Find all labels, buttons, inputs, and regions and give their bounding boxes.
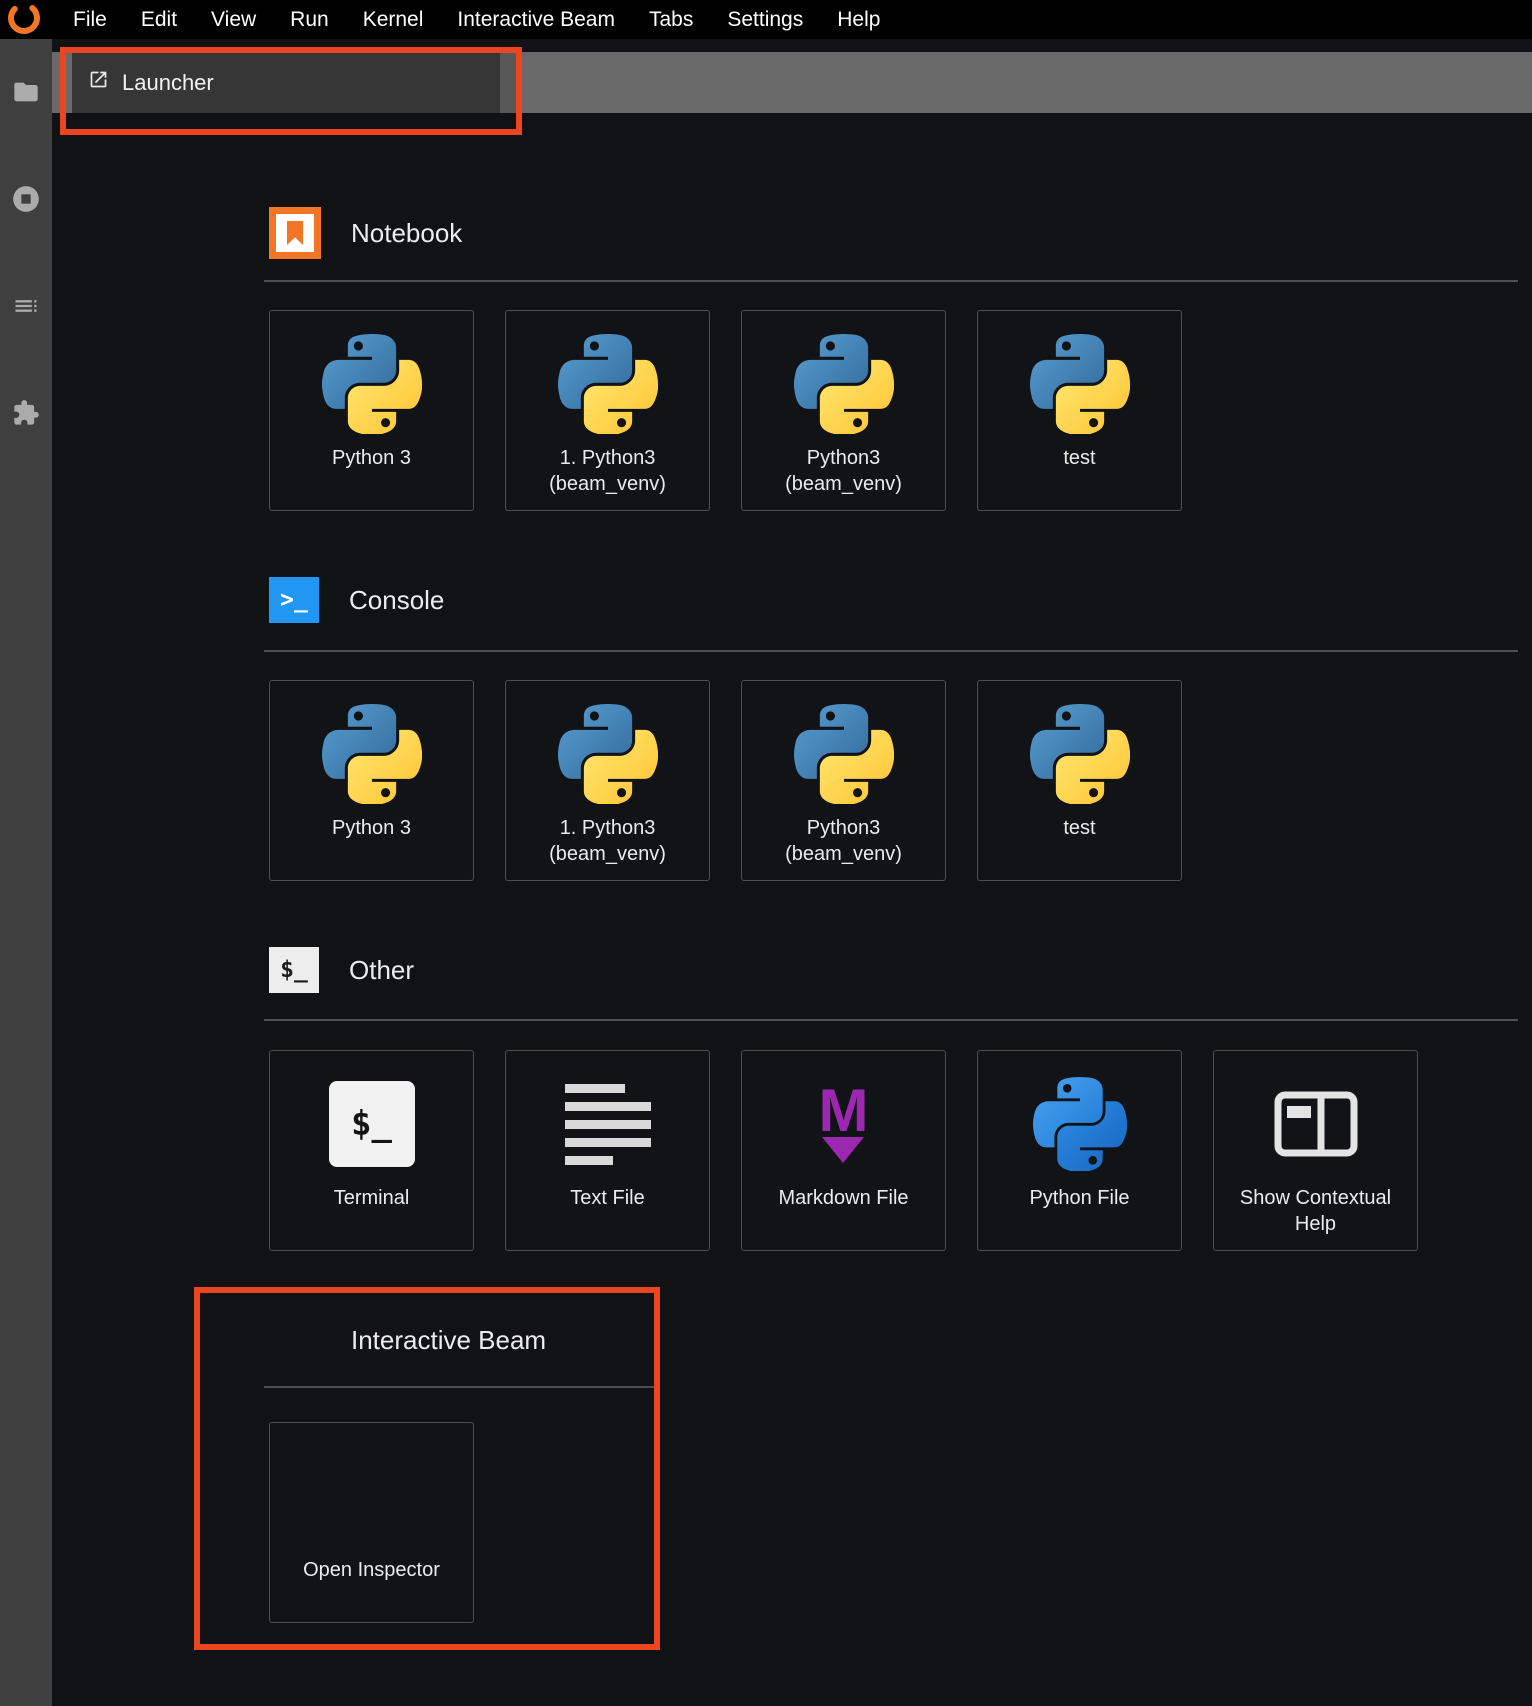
card-label: Text File (570, 1185, 644, 1211)
menu-settings[interactable]: Settings (710, 8, 820, 32)
card-console-python3-beam-venv[interactable]: Python3 (beam_venv) (741, 680, 946, 881)
running-sessions-icon[interactable] (12, 185, 40, 213)
section-header-notebook: Notebook (269, 207, 462, 259)
table-of-contents-icon[interactable] (12, 292, 40, 320)
card-label: Show Contextual Help (1233, 1185, 1398, 1237)
tab-launcher-label: Launcher (122, 70, 214, 96)
python-logo-icon (322, 334, 422, 434)
card-console-python3[interactable]: Python 3 (269, 680, 474, 881)
card-markdown-file[interactable]: M Markdown File (741, 1050, 946, 1251)
tab-launcher[interactable]: Launcher (72, 52, 500, 113)
card-label: Open Inspector (303, 1557, 440, 1583)
card-notebook-test[interactable]: test (977, 310, 1182, 511)
markdown-m-glyph: M (819, 1085, 869, 1136)
other-cards-row: $_ Terminal Text File M (269, 1050, 1418, 1251)
card-notebook-python3[interactable]: Python 3 (269, 310, 474, 511)
python-logo-icon (1030, 704, 1130, 804)
menu-run[interactable]: Run (273, 8, 346, 32)
python-file-icon (1033, 1077, 1127, 1171)
python-logo-icon (1030, 334, 1130, 434)
card-label: Markdown File (778, 1185, 908, 1211)
card-notebook-python3-beam-venv-1[interactable]: 1. Python3 (beam_venv) (505, 310, 710, 511)
card-label: 1. Python3 (beam_venv) (513, 815, 703, 867)
python-logo-icon (794, 334, 894, 434)
card-label: Python 3 (332, 445, 411, 471)
console-cards-row: Python 3 1. Python3 (beam_venv) Python3 … (269, 680, 1182, 881)
markdown-down-arrow (822, 1137, 864, 1163)
card-open-inspector[interactable]: Open Inspector (269, 1422, 474, 1623)
card-label: 1. Python3 (beam_venv) (513, 445, 703, 497)
section-divider (264, 1019, 1518, 1021)
section-title-console: Console (349, 585, 444, 616)
card-notebook-python3-beam-venv[interactable]: Python3 (beam_venv) (741, 310, 946, 511)
tab-bar: Launcher (52, 52, 1532, 113)
text-file-icon (565, 1082, 651, 1166)
menu-view[interactable]: View (194, 8, 273, 32)
menu-help[interactable]: Help (820, 8, 897, 32)
menu-file[interactable]: File (56, 8, 124, 32)
section-title-interactive-beam: Interactive Beam (351, 1325, 546, 1356)
external-link-icon (88, 69, 109, 96)
menu-kernel[interactable]: Kernel (346, 8, 441, 32)
markdown-icon: M (819, 1085, 869, 1163)
terminal-glyph: $_ (280, 957, 308, 983)
file-browser-icon[interactable] (12, 78, 40, 106)
section-divider (264, 1386, 657, 1388)
card-label: test (1063, 815, 1095, 841)
section-title-other: Other (349, 955, 414, 986)
console-icon: >_ (269, 577, 319, 623)
section-title-notebook: Notebook (351, 218, 462, 249)
tab-bar-spacer (500, 52, 522, 113)
menu-bar: File Edit View Run Kernel Interactive Be… (0, 0, 1532, 39)
section-divider (264, 280, 1518, 282)
terminal-icon: $_ (329, 1081, 415, 1167)
card-label: test (1063, 445, 1095, 471)
card-console-test[interactable]: test (977, 680, 1182, 881)
python-logo-icon (558, 334, 658, 434)
card-label: Terminal (334, 1185, 410, 1211)
launcher-panel: Notebook Python 3 1. Python3 (beam_venv)… (52, 113, 1532, 1706)
python-logo-icon (794, 704, 894, 804)
card-label: Python 3 (332, 815, 411, 841)
terminal-section-icon: $_ (269, 947, 319, 993)
notebook-cards-row: Python 3 1. Python3 (beam_venv) Python3 … (269, 310, 1182, 511)
card-terminal[interactable]: $_ Terminal (269, 1050, 474, 1251)
card-label: Python3 (beam_venv) (749, 815, 939, 867)
card-show-contextual-help[interactable]: Show Contextual Help (1213, 1050, 1418, 1251)
python-logo-icon (558, 704, 658, 804)
card-python-file[interactable]: Python File (977, 1050, 1182, 1251)
console-glyph: >_ (280, 587, 308, 613)
menu-tabs[interactable]: Tabs (632, 8, 710, 32)
interactive-beam-cards-row: Open Inspector (269, 1422, 474, 1623)
section-header-console: >_ Console (269, 574, 444, 626)
extension-manager-icon[interactable] (12, 399, 40, 427)
section-header-interactive-beam: Interactive Beam (351, 1317, 546, 1363)
contextual-help-icon (1274, 1091, 1358, 1157)
notebook-icon (269, 207, 321, 259)
menu-interactive-beam[interactable]: Interactive Beam (440, 8, 632, 32)
card-console-python3-beam-venv-1[interactable]: 1. Python3 (beam_venv) (505, 680, 710, 881)
card-text-file[interactable]: Text File (505, 1050, 710, 1251)
section-header-other: $_ Other (269, 944, 414, 996)
menu-edit[interactable]: Edit (124, 8, 194, 32)
card-label: Python3 (beam_venv) (749, 445, 939, 497)
jupyter-logo-icon (5, 0, 43, 43)
python-logo-icon (322, 704, 422, 804)
card-label: Python File (1029, 1185, 1129, 1211)
left-sidebar (0, 39, 52, 1706)
section-divider (264, 650, 1518, 652)
terminal-glyph: $_ (351, 1104, 392, 1144)
